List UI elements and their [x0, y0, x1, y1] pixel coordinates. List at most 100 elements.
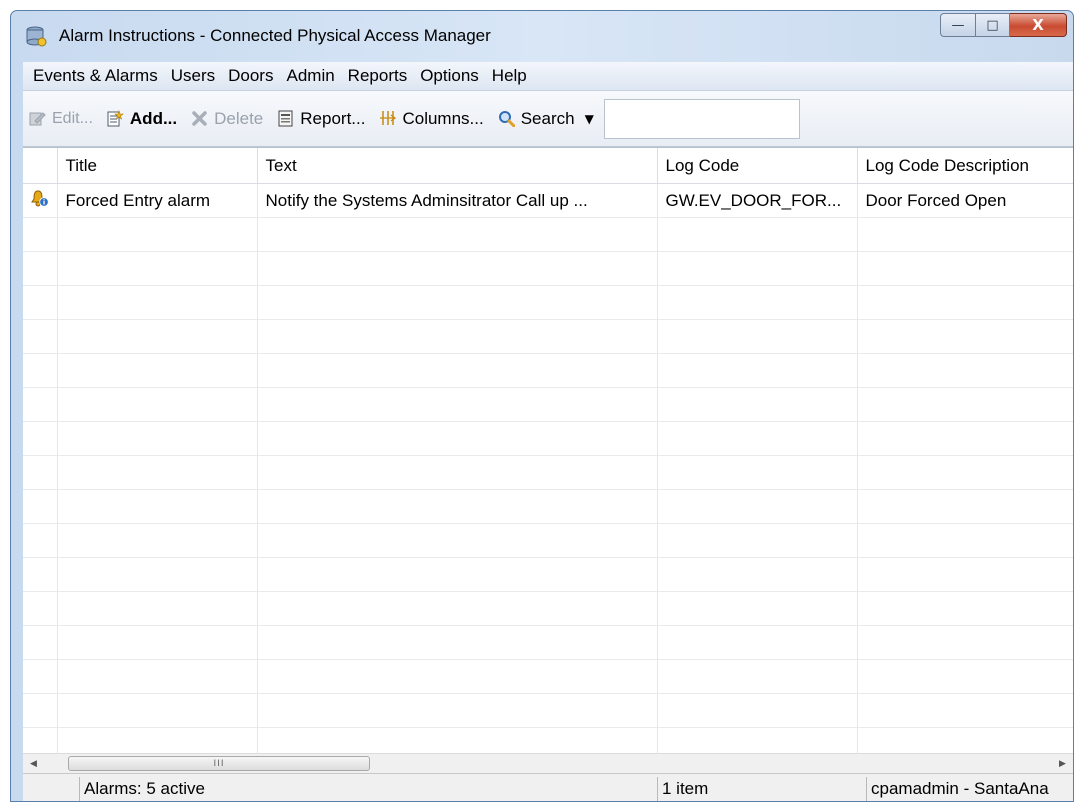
empty-cell	[257, 591, 658, 626]
empty-cell	[23, 727, 58, 754]
empty-cell	[57, 319, 258, 354]
empty-cell	[257, 285, 658, 320]
empty-cell	[657, 353, 858, 388]
empty-cell	[57, 387, 258, 422]
close-button[interactable]: X	[1010, 13, 1067, 37]
menu-reports[interactable]: Reports	[348, 66, 408, 86]
database-app-icon	[25, 25, 47, 47]
status-user: cpamadmin - SantaAna	[866, 777, 1073, 801]
scrollbar-thumb[interactable]: III	[68, 756, 370, 771]
scroll-right-icon[interactable]: ▶	[1054, 754, 1071, 773]
title-bar[interactable]: Alarm Instructions - Connected Physical …	[11, 11, 1073, 61]
empty-cell	[257, 387, 658, 422]
search-label: Search	[520, 108, 575, 128]
empty-cell	[23, 693, 58, 728]
empty-table-row	[23, 455, 1073, 490]
table-row[interactable]: Forced Entry alarm Notify the Systems Ad…	[23, 183, 1073, 218]
empty-cell	[23, 557, 58, 592]
empty-cell	[657, 591, 858, 626]
caption-buttons: — □ X	[940, 13, 1067, 39]
menu-admin[interactable]: Admin	[286, 66, 334, 86]
column-header-text[interactable]: Text	[257, 148, 658, 184]
empty-cell	[657, 659, 858, 694]
menu-options[interactable]: Options	[420, 66, 479, 86]
empty-cell	[657, 693, 858, 728]
empty-cell	[23, 421, 58, 456]
close-icon: X	[1032, 16, 1044, 34]
menu-help[interactable]: Help	[492, 66, 527, 86]
alarm-info-icon	[30, 190, 49, 211]
empty-cell	[57, 591, 258, 626]
empty-cell	[57, 421, 258, 456]
empty-table-row	[23, 693, 1073, 728]
empty-cell	[57, 523, 258, 558]
alarm-instructions-table: Title Text Log Code Log Code Description	[23, 147, 1073, 754]
empty-cell	[257, 659, 658, 694]
minimize-button[interactable]: —	[940, 13, 976, 37]
empty-table-row	[23, 557, 1073, 592]
empty-cell	[857, 353, 1073, 388]
add-label: Add...	[129, 108, 178, 128]
empty-cell	[857, 387, 1073, 422]
row-log-code-description-cell: Door Forced Open	[857, 183, 1073, 218]
edit-icon	[29, 110, 46, 127]
application-window: Alarm Instructions - Connected Physical …	[10, 10, 1074, 802]
status-alarms: Alarms: 5 active	[79, 777, 655, 801]
search-button[interactable]: Search	[498, 109, 575, 129]
empty-table-row	[23, 217, 1073, 252]
columns-label: Columns...	[402, 108, 484, 128]
empty-cell	[657, 489, 858, 524]
column-header-log-code-description[interactable]: Log Code Description	[857, 148, 1073, 184]
menu-doors[interactable]: Doors	[228, 66, 273, 86]
empty-cell	[657, 625, 858, 660]
column-header-log-code[interactable]: Log Code	[657, 148, 858, 184]
empty-table-row	[23, 523, 1073, 558]
empty-table-row	[23, 251, 1073, 286]
empty-cell	[257, 523, 658, 558]
empty-cell	[857, 523, 1073, 558]
empty-table-row	[23, 591, 1073, 626]
table-header-row: Title Text Log Code Log Code Description	[23, 148, 1073, 184]
empty-table-row	[23, 727, 1073, 754]
empty-cell	[657, 557, 858, 592]
empty-cell	[857, 727, 1073, 754]
edit-button[interactable]: Edit...	[29, 110, 93, 128]
empty-cell	[57, 455, 258, 490]
empty-cell	[57, 217, 258, 252]
menu-events-alarms[interactable]: Events & Alarms	[33, 66, 158, 86]
delete-button[interactable]: Delete	[191, 109, 263, 129]
empty-cell	[857, 625, 1073, 660]
empty-cell	[657, 285, 858, 320]
maximize-button[interactable]: □	[976, 13, 1010, 37]
column-header-title[interactable]: Title	[57, 148, 258, 184]
empty-cell	[57, 489, 258, 524]
empty-cell	[23, 251, 58, 286]
row-title-cell: Forced Entry alarm	[57, 183, 258, 218]
empty-table-row	[23, 625, 1073, 660]
menu-bar: Events & Alarms Users Doors Admin Report…	[23, 62, 1073, 91]
report-label: Report...	[300, 108, 366, 128]
columns-button[interactable]: Columns...	[379, 108, 484, 129]
window-title: Alarm Instructions - Connected Physical …	[59, 26, 491, 45]
empty-cell	[23, 285, 58, 320]
empty-cell	[57, 285, 258, 320]
horizontal-scrollbar[interactable]: ◀ III ▶	[23, 753, 1073, 773]
column-header-icon[interactable]	[23, 148, 58, 184]
add-button[interactable]: Add...	[107, 109, 177, 129]
empty-cell	[23, 489, 58, 524]
search-dropdown-icon[interactable]: ▼	[585, 112, 594, 126]
empty-cell	[857, 659, 1073, 694]
scroll-left-icon[interactable]: ◀	[25, 754, 42, 773]
empty-cell	[857, 693, 1073, 728]
report-button[interactable]: Report...	[277, 109, 365, 129]
empty-cell	[657, 251, 858, 286]
empty-cell	[57, 625, 258, 660]
row-icon-cell	[23, 183, 58, 218]
empty-cell	[857, 557, 1073, 592]
empty-cell	[23, 455, 58, 490]
search-input[interactable]	[603, 98, 800, 139]
maximize-icon: □	[986, 17, 999, 33]
search-icon	[498, 110, 515, 127]
empty-cell	[257, 217, 658, 252]
menu-users[interactable]: Users	[171, 66, 215, 86]
